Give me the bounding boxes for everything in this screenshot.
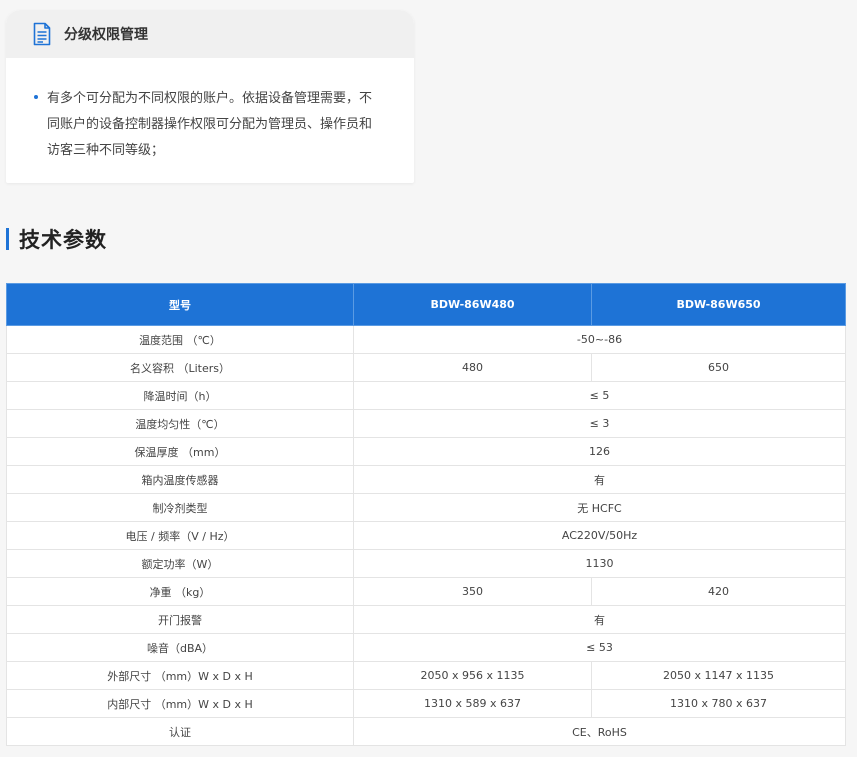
row-value: 480	[353, 353, 592, 382]
table-row: 外部尺寸 （mm）W x D x H 2050 x 956 x 1135 2050 …	[6, 661, 846, 690]
row-label: 温度均匀性（℃）	[6, 409, 354, 438]
table-row: 制冷剂类型无 HCFC	[6, 493, 846, 522]
section-accent-bar	[6, 228, 9, 250]
row-value: 420	[591, 577, 846, 606]
row-value: 有	[353, 465, 846, 494]
row-value: 650	[591, 353, 846, 382]
row-label: 箱内温度传感器	[6, 465, 354, 494]
table-row: 温度范围 （℃） -50~-86	[6, 325, 846, 354]
table-row: 降温时间（h） ≤ 5	[6, 381, 846, 410]
row-label: 名义容积 （Liters）	[6, 353, 354, 382]
row-label: 内部尺寸 （mm）W x D x H	[6, 689, 354, 718]
row-label: 额定功率（W）	[6, 549, 354, 578]
row-value: 1310 x 589 x 637	[353, 689, 592, 718]
table-header-row: 型号 BDW-86W480 BDW-86W650	[6, 283, 846, 326]
row-label: 外部尺寸 （mm）W x D x H	[6, 661, 354, 690]
row-value: AC220V/50Hz	[353, 521, 846, 550]
column-header-model: 型号	[6, 283, 354, 326]
row-label: 开门报警	[6, 605, 354, 634]
row-value: 无 HCFC	[353, 493, 846, 522]
section-title: 技术参数	[19, 228, 107, 252]
row-label: 电压 / 频率（V / Hz）	[6, 521, 354, 550]
table-row: 电压 / 频率（V / Hz） AC220V/50Hz	[6, 521, 846, 550]
row-value: -50~-86	[353, 325, 846, 354]
row-value: 2050 x 1147 x 1135	[591, 661, 846, 690]
row-value: ≤ 5	[353, 381, 846, 410]
table-row: 净重 （kg） 350 420	[6, 577, 846, 606]
table-row: 开门报警有	[6, 605, 846, 634]
spec-table-body: 温度范围 （℃） -50~-86 名义容积 （Liters） 480 650 降温时间（h…	[6, 325, 846, 746]
feature-card-body: 有多个可分配为不同权限的账户。依据设备管理需要，不同账户的设备控制器操作权限可分…	[6, 58, 414, 164]
table-row: 温度均匀性（℃） ≤ 3	[6, 409, 846, 438]
column-header-model-650: BDW-86W650	[591, 283, 846, 326]
column-header-model-480: BDW-86W480	[353, 283, 592, 326]
row-label: 噪音（dBA）	[6, 633, 354, 662]
table-row: 噪音（dBA） ≤ 53	[6, 633, 846, 662]
feature-card: 分级权限管理 有多个可分配为不同权限的账户。依据设备管理需要，不同账户的设备控制…	[6, 10, 414, 183]
row-value: CE、RoHS	[353, 717, 846, 746]
table-row: 名义容积 （Liters） 480 650	[6, 353, 846, 382]
table-row: 额定功率（W） 1130	[6, 549, 846, 578]
list-item: 有多个可分配为不同权限的账户。依据设备管理需要，不同账户的设备控制器操作权限可分…	[34, 86, 384, 164]
row-label: 降温时间（h）	[6, 381, 354, 410]
row-label: 认证	[6, 717, 354, 746]
feature-description: 有多个可分配为不同权限的账户。依据设备管理需要，不同账户的设备控制器操作权限可分…	[47, 91, 373, 158]
row-value: 350	[353, 577, 592, 606]
row-value: 2050 x 956 x 1135	[353, 661, 592, 690]
row-label: 保温厚度 （mm）	[6, 437, 354, 466]
row-label: 温度范围 （℃）	[6, 325, 354, 354]
feature-card-header: 分级权限管理	[6, 10, 414, 58]
document-icon	[33, 22, 51, 46]
table-row: 保温厚度 （mm） 126	[6, 437, 846, 466]
bullet-dot-icon	[34, 95, 38, 99]
feature-card-title: 分级权限管理	[64, 27, 148, 43]
row-value: 126	[353, 437, 846, 466]
spec-table: 型号 BDW-86W480 BDW-86W650 温度范围 （℃） -50~-86…	[6, 283, 846, 746]
row-label: 制冷剂类型	[6, 493, 354, 522]
row-value: ≤ 53	[353, 633, 846, 662]
row-value: 1310 x 780 x 637	[591, 689, 846, 718]
table-row: 箱内温度传感器有	[6, 465, 846, 494]
section-heading: 技术参数	[6, 226, 107, 252]
row-value: 有	[353, 605, 846, 634]
table-row: 认证 CE、RoHS	[6, 717, 846, 746]
table-row: 内部尺寸 （mm）W x D x H 1310 x 589 x 637 1310 x…	[6, 689, 846, 718]
row-value: 1130	[353, 549, 846, 578]
row-value: ≤ 3	[353, 409, 846, 438]
row-label: 净重 （kg）	[6, 577, 354, 606]
